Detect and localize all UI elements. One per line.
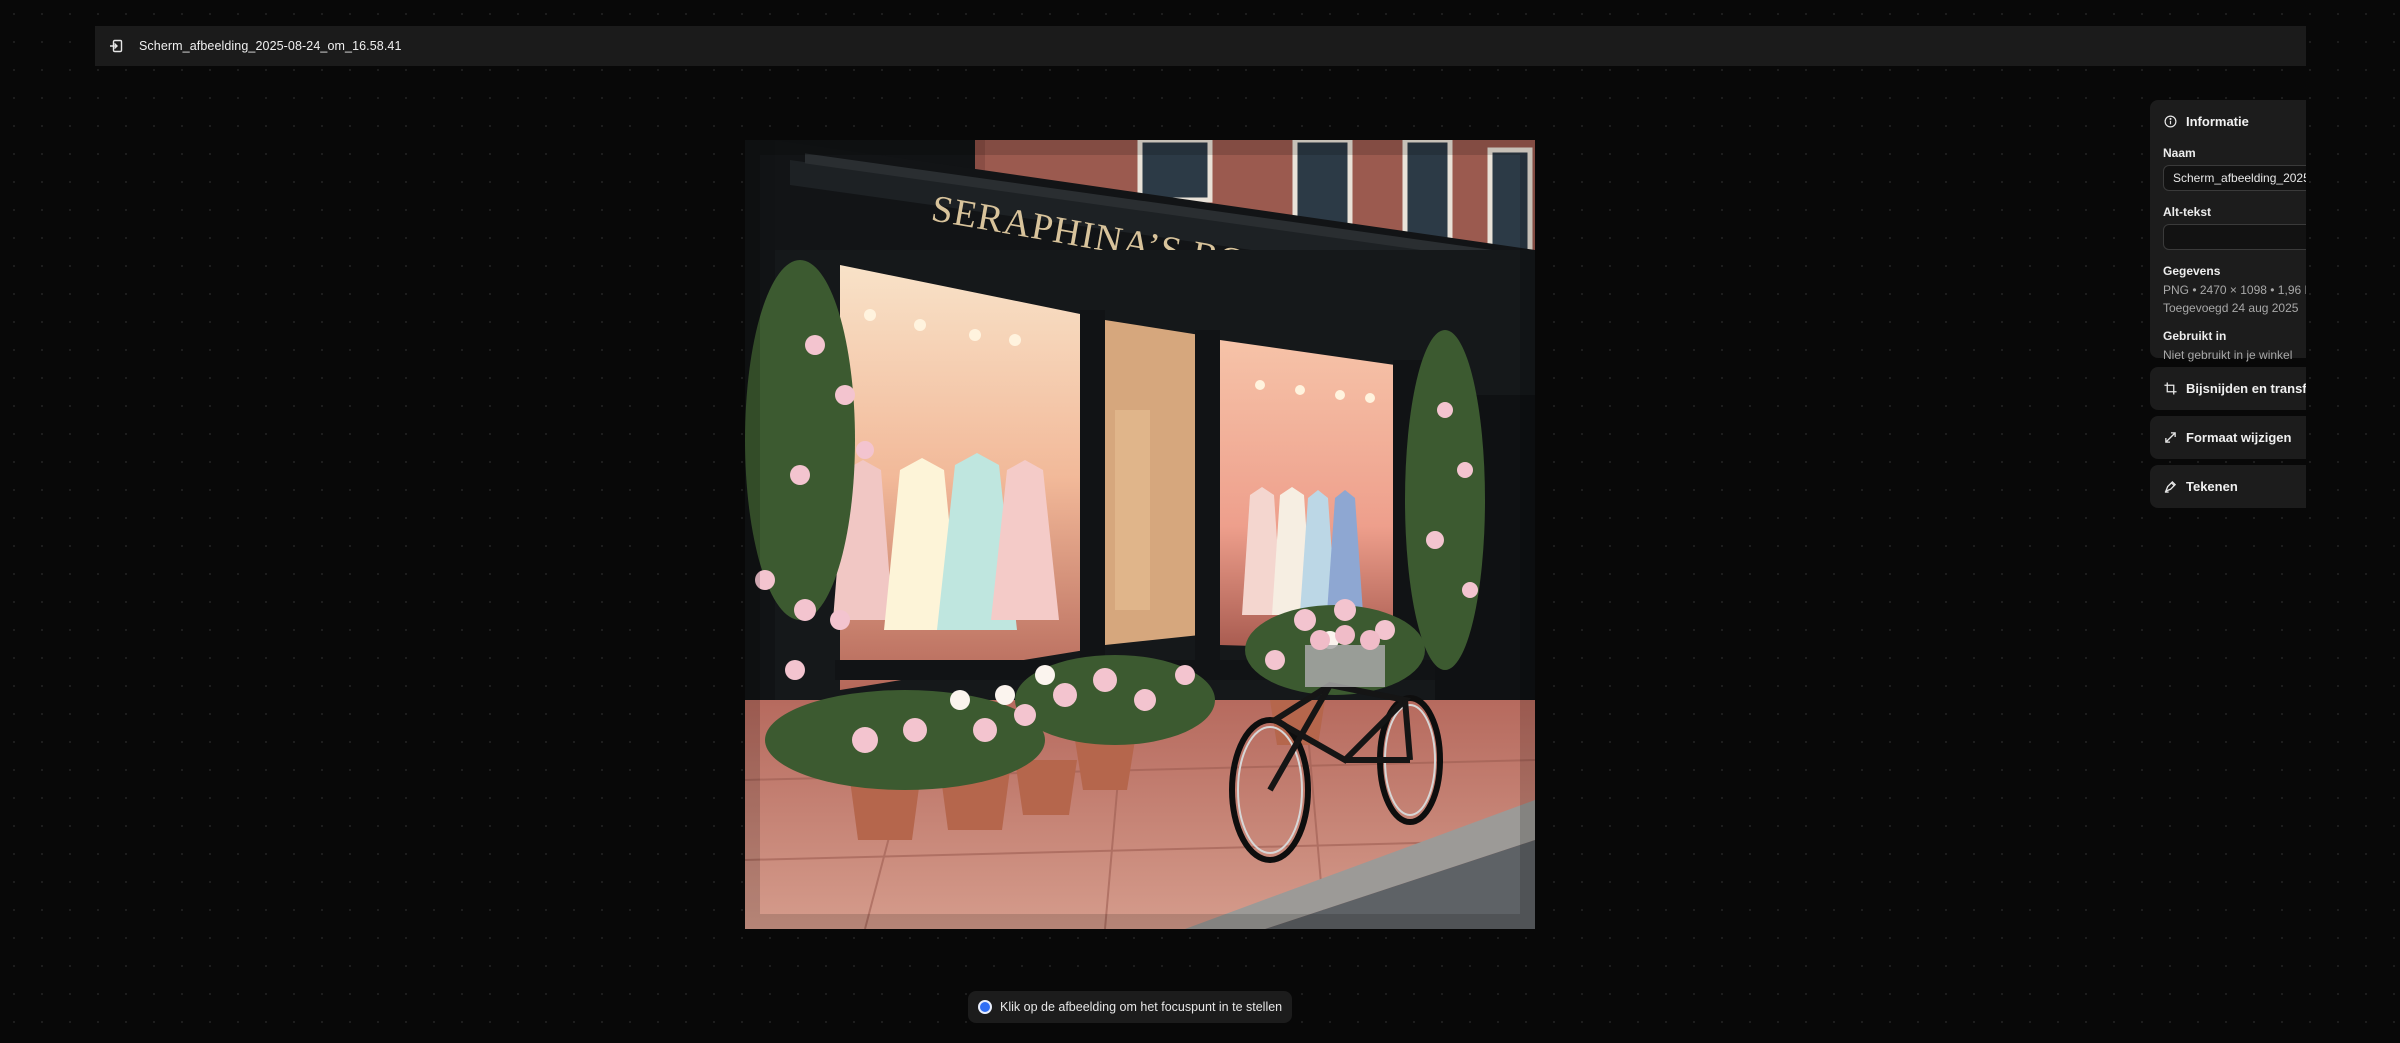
draw-label: Tekenen [2186, 479, 2238, 494]
used-in-label: Gebruikt in [2163, 329, 2227, 343]
draw-button[interactable]: Tekenen [2150, 465, 2306, 508]
info-title: Informatie [2186, 113, 2249, 129]
focus-hint-text: Klik op de afbeelding om het focuspunt i… [1000, 1000, 1283, 1014]
alt-text-label: Alt-tekst [2163, 205, 2212, 219]
file-name: Scherm_afbeelding_2025-08-24_om_16.58.41 [139, 39, 402, 53]
resize-label: Formaat wijzigen [2186, 430, 2292, 445]
focus-dot-icon [978, 1000, 992, 1014]
info-icon [2163, 114, 2177, 128]
details-added: Toegevoegd 24 aug 2025 [2163, 301, 2299, 315]
resize-icon [2163, 431, 2177, 445]
details-label: Gegevens [2163, 264, 2221, 278]
name-input[interactable]: Scherm_afbeelding_2025- [2163, 165, 2306, 191]
used-in-value: Niet gebruikt in je winkel [2163, 348, 2293, 362]
alt-text-input[interactable] [2163, 224, 2306, 250]
name-label: Naam [2163, 146, 2196, 160]
storefront-image[interactable]: SERAPHINA’S BOUTIQUE BOSTON [745, 140, 1535, 929]
info-card: Informatie Naam Scherm_afbeelding_2025- … [2150, 100, 2306, 362]
crop-icon [2163, 382, 2177, 396]
draw-icon [2163, 480, 2177, 494]
exit-icon[interactable] [103, 33, 129, 59]
focus-point-hint: Klik op de afbeelding om het focuspunt i… [968, 991, 1293, 1023]
side-panel: Informatie Naam Scherm_afbeelding_2025- … [2150, 100, 2306, 520]
info-card-header: Informatie [2163, 112, 2306, 130]
details-format: PNG • 2470 × 1098 • 1,96 M [2163, 283, 2306, 297]
crop-label: Bijsnijden en transfor [2186, 381, 2306, 396]
resize-button[interactable]: Formaat wijzigen [2150, 416, 2306, 459]
crop-transform-button[interactable]: Bijsnijden en transfor [2150, 367, 2306, 410]
top-bar: Scherm_afbeelding_2025-08-24_om_16.58.41 [95, 26, 2306, 66]
